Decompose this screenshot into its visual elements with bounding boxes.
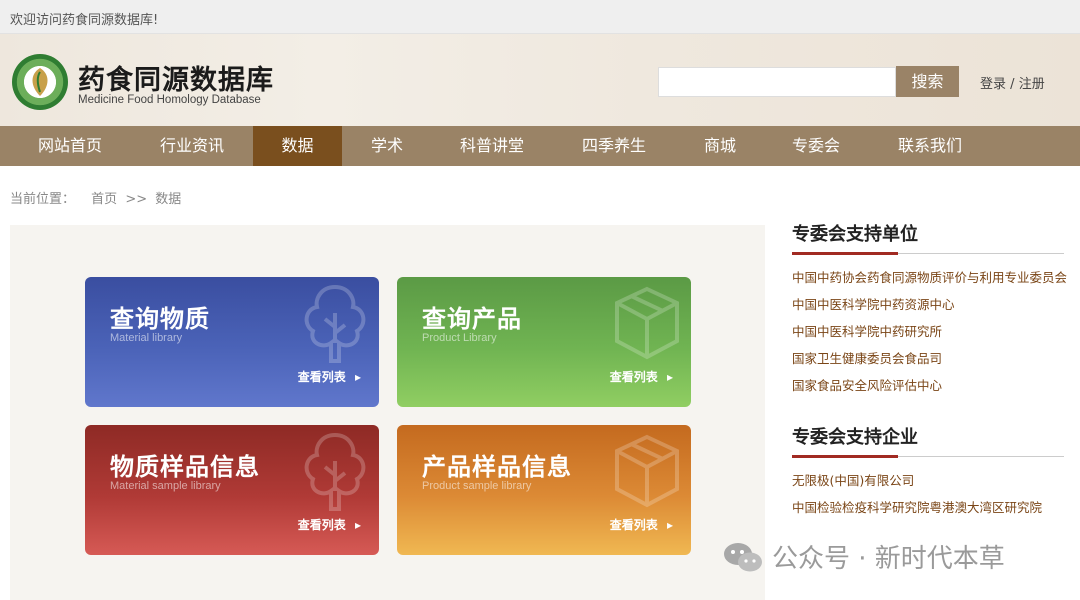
view-list-link[interactable]: 查看列表 ▸ [610, 368, 673, 385]
view-list-label: 查看列表 [297, 518, 346, 532]
card-title: 查询物质 [110, 305, 210, 333]
leaf-icon [32, 68, 48, 96]
nav-item-contact[interactable]: 联系我们 [870, 126, 990, 166]
site-logo[interactable] [12, 54, 68, 110]
view-list-label: 查看列表 [609, 370, 658, 384]
query-material-card[interactable]: 查询物质 Material library 查看列表 ▸ [85, 277, 379, 407]
nav-item-science-lectures[interactable]: 科普讲堂 [432, 126, 552, 166]
breadcrumb-current: 数据 [155, 192, 182, 207]
box-icon [615, 286, 679, 360]
caret-right-icon: ▸ [666, 518, 673, 532]
card-subtitle: Material sample library [110, 480, 221, 492]
site-subtitle: Medicine Food Homology Database [78, 94, 261, 106]
support-companies-list: 无限极(中国)有限公司 中国检验检疫科学研究院粤港澳大湾区研究院 [792, 467, 1064, 521]
breadcrumb-prefix: 当前位置： [10, 192, 76, 207]
search-input[interactable] [658, 67, 896, 97]
sidebar: 专委会支持单位 中国中药协会药食同源物质评价与利用专业委员会 中国中医科学院中药… [792, 222, 1067, 521]
support-unit-link[interactable]: 国家卫生健康委员会食品司 [792, 345, 1064, 372]
register-link[interactable]: 注册 [1019, 77, 1045, 92]
support-unit-link[interactable]: 国家食品安全风险评估中心 [792, 372, 1064, 399]
card-title: 物质样品信息 [110, 453, 260, 481]
card-subtitle: Material library [110, 332, 183, 344]
caret-right-icon: ▸ [666, 370, 673, 384]
view-list-label: 查看列表 [609, 518, 658, 532]
nav-item-committee[interactable]: 专委会 [768, 126, 864, 166]
view-list-link[interactable]: 查看列表 ▸ [298, 516, 361, 533]
card-subtitle: Product sample library [422, 480, 532, 492]
wechat-icon [724, 543, 762, 572]
breadcrumb: 当前位置： 首页 >> 数据 [10, 188, 185, 207]
support-companies-title: 专委会支持企业 [792, 425, 1064, 458]
support-unit-link[interactable]: 中国中医科学院中药资源中心 [792, 291, 1064, 318]
view-list-label: 查看列表 [297, 370, 346, 384]
card-title: 产品样品信息 [422, 453, 572, 481]
nav-item-academic[interactable]: 学术 [347, 126, 427, 166]
support-units-title: 专委会支持单位 [792, 222, 1064, 255]
breadcrumb-separator: >> [125, 192, 148, 207]
card-title: 查询产品 [422, 305, 522, 333]
support-units-list: 中国中药协会药食同源物质评价与利用专业委员会 中国中医科学院中药资源中心 中国中… [792, 264, 1067, 399]
tree-icon [304, 432, 366, 511]
caret-right-icon: ▸ [354, 518, 361, 532]
support-unit-link[interactable]: 中国中医科学院中药研究所 [792, 318, 1064, 345]
support-unit-link[interactable]: 中国中药协会药食同源物质评价与利用专业委员会 [792, 264, 1067, 291]
nav-item-data[interactable]: 数据 [253, 126, 342, 166]
query-product-card[interactable]: 查询产品 Product Library 查看列表 ▸ [397, 277, 691, 407]
box-icon [615, 434, 679, 508]
watermark-text: 公众号 · 新时代本草 [772, 544, 1005, 574]
main-nav: 网站首页 行业资讯 数据 学术 科普讲堂 四季养生 商城 专委会 联系我们 [0, 126, 1080, 166]
nav-item-home[interactable]: 网站首页 [10, 126, 130, 166]
search-button[interactable]: 搜索 [896, 66, 959, 97]
view-list-link[interactable]: 查看列表 ▸ [298, 368, 361, 385]
support-company-link[interactable]: 无限极(中国)有限公司 [792, 467, 1064, 494]
auth-separator: / [1010, 77, 1015, 92]
nav-item-seasonal-health[interactable]: 四季养生 [554, 126, 674, 166]
auth-links: 登录 / 注册 [980, 73, 1045, 92]
view-list-link[interactable]: 查看列表 ▸ [610, 516, 673, 533]
login-link[interactable]: 登录 [980, 77, 1006, 92]
breadcrumb-home[interactable]: 首页 [91, 192, 117, 207]
product-sample-card[interactable]: 产品样品信息 Product sample library 查看列表 ▸ [397, 425, 691, 555]
welcome-bar: 欢迎访问药食同源数据库! [0, 0, 1080, 34]
tree-icon [304, 284, 366, 363]
caret-right-icon: ▸ [354, 370, 361, 384]
support-company-link[interactable]: 中国检验检疫科学研究院粤港澳大湾区研究院 [792, 494, 1064, 521]
site-title: 药食同源数据库 [78, 65, 274, 96]
nav-item-mall[interactable]: 商城 [680, 126, 760, 166]
nav-item-news[interactable]: 行业资讯 [132, 126, 252, 166]
card-subtitle: Product Library [422, 332, 497, 344]
site-header: 药食同源数据库 Medicine Food Homology Database … [0, 34, 1080, 126]
welcome-text: 欢迎访问药食同源数据库! [10, 13, 159, 28]
material-sample-card[interactable]: 物质样品信息 Material sample library 查看列表 ▸ [85, 425, 379, 555]
